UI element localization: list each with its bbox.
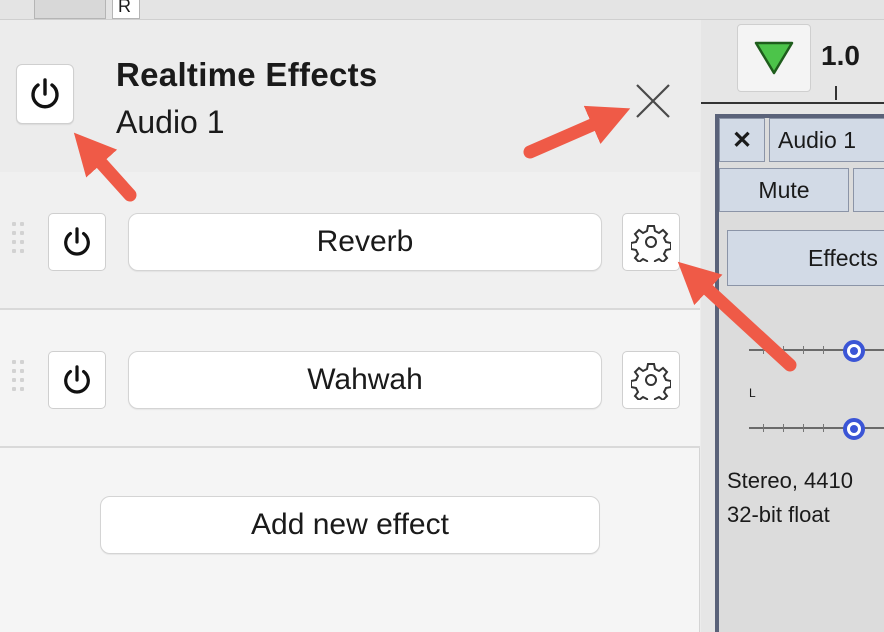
panel-header: Realtime Effects Audio 1 bbox=[0, 20, 700, 172]
track-control-panel: ✕ Audio 1 Mute Effects L Stereo, 4410 32… bbox=[715, 114, 884, 632]
power-icon bbox=[64, 227, 90, 256]
realtime-effects-panel: Realtime Effects Audio 1 Reverb Wahwah A… bbox=[0, 20, 700, 632]
track-format-line2: 32-bit float bbox=[727, 502, 830, 527]
effect-settings-button[interactable] bbox=[622, 351, 680, 409]
close-panel-button[interactable] bbox=[630, 78, 676, 124]
effect-power-button[interactable] bbox=[48, 213, 106, 271]
play-button[interactable] bbox=[737, 24, 811, 92]
timeline-ruler[interactable] bbox=[701, 86, 884, 104]
panel-title: Realtime Effects bbox=[116, 56, 378, 93]
track-area: 1.0 ✕ Audio 1 Mute Effects L Stereo, 441… bbox=[701, 20, 884, 632]
effect-name-button[interactable]: Reverb bbox=[128, 213, 602, 271]
effects-button[interactable]: Effects bbox=[727, 230, 884, 286]
add-new-effect-button[interactable]: Add new effect bbox=[100, 496, 600, 554]
drag-handle-icon[interactable] bbox=[12, 222, 32, 262]
gain-slider[interactable] bbox=[749, 340, 884, 362]
panel-subtitle: Audio 1 bbox=[116, 104, 225, 140]
drag-handle-icon[interactable] bbox=[12, 360, 32, 400]
effect-row: Wahwah bbox=[0, 310, 700, 448]
pan-left-label: L bbox=[749, 386, 756, 400]
pan-slider[interactable] bbox=[749, 418, 884, 440]
track-close-button[interactable]: ✕ bbox=[719, 118, 765, 162]
power-icon bbox=[31, 78, 59, 109]
timeline-scale-value: 1.0 bbox=[821, 40, 860, 71]
close-icon bbox=[636, 84, 670, 118]
effect-name-button[interactable]: Wahwah bbox=[128, 351, 602, 409]
mute-button[interactable]: Mute bbox=[719, 168, 849, 212]
pan-slider-knob[interactable] bbox=[843, 418, 865, 440]
top-toolbar-strip: R bbox=[0, 0, 884, 20]
toolbar-tab-r[interactable]: R bbox=[112, 0, 140, 19]
effect-row: Reverb bbox=[0, 172, 700, 310]
gear-icon bbox=[631, 363, 671, 400]
play-triangle-icon bbox=[754, 41, 794, 75]
master-power-button[interactable] bbox=[16, 64, 74, 124]
gear-icon bbox=[631, 225, 671, 262]
toolbar-tab[interactable] bbox=[34, 0, 106, 19]
power-icon bbox=[64, 365, 90, 394]
track-format-line1: Stereo, 4410 bbox=[727, 468, 853, 493]
effect-power-button[interactable] bbox=[48, 351, 106, 409]
solo-button[interactable] bbox=[853, 168, 884, 212]
track-name-button[interactable]: Audio 1 bbox=[769, 118, 884, 162]
gain-slider-knob[interactable] bbox=[843, 340, 865, 362]
effect-settings-button[interactable] bbox=[622, 213, 680, 271]
